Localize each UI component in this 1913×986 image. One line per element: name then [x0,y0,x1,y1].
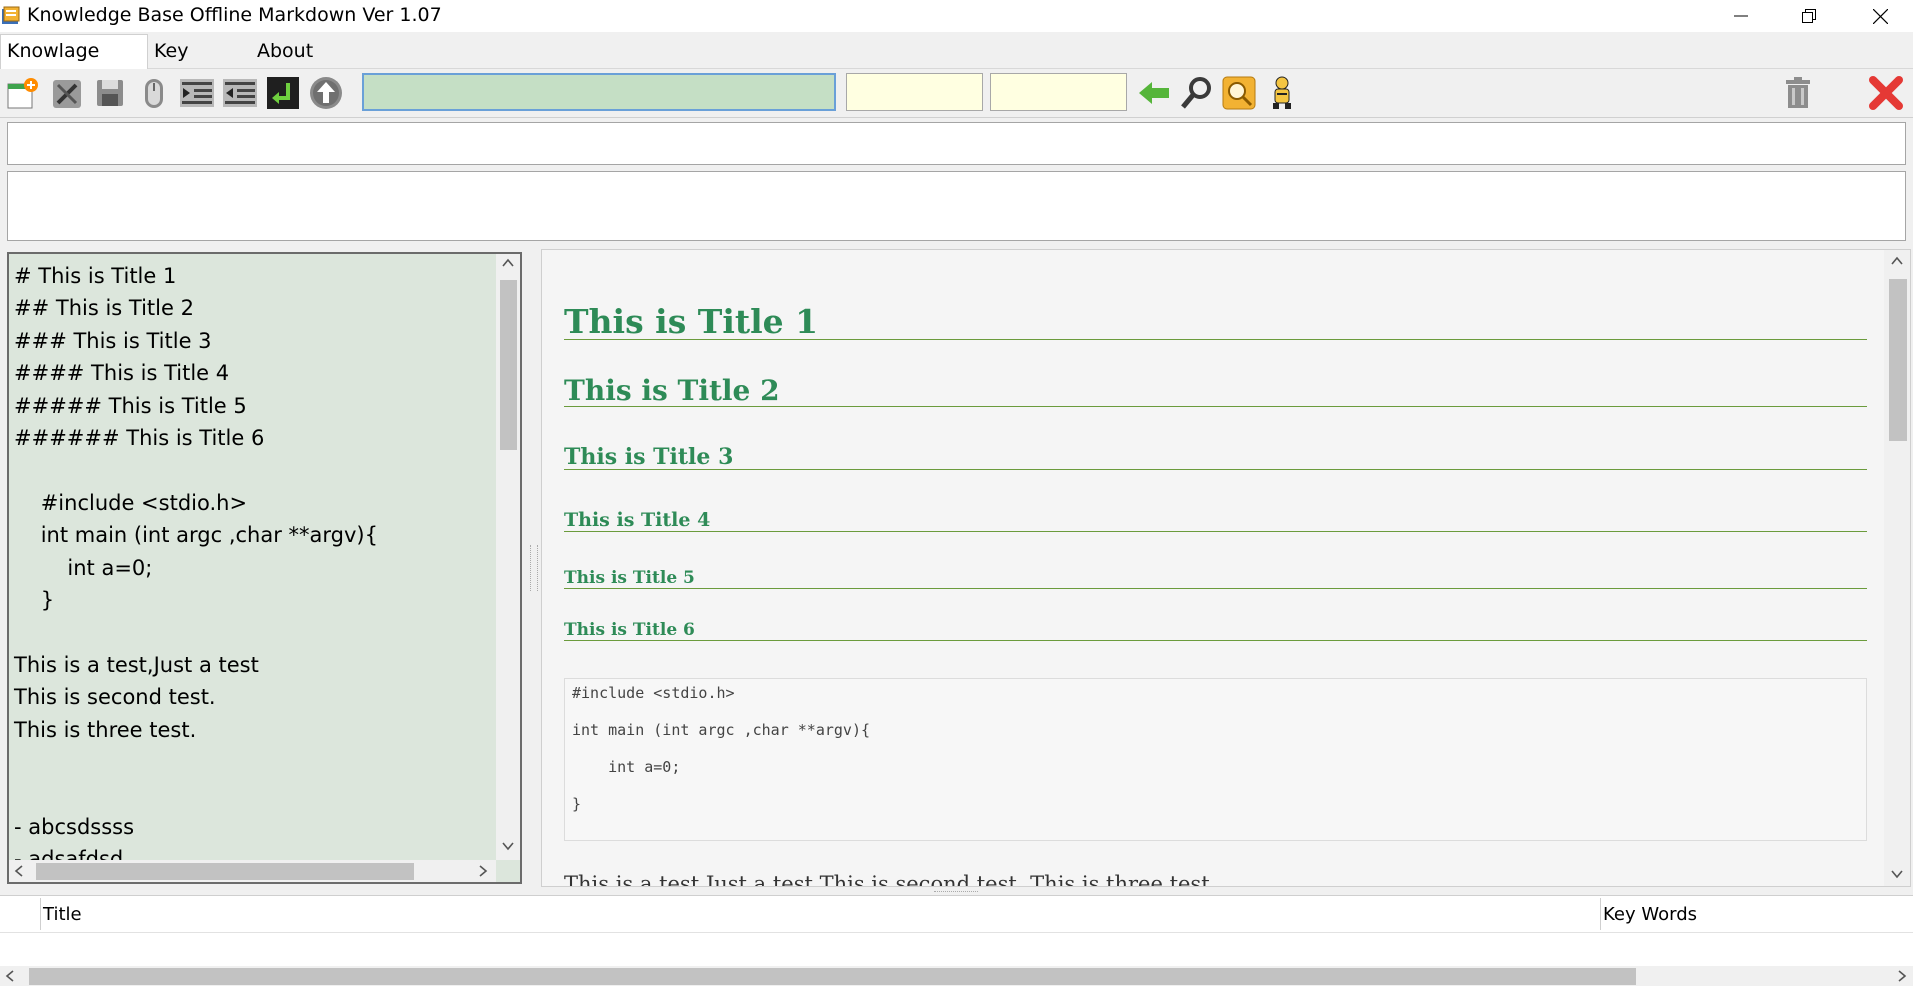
upload-icon [310,77,342,109]
preview-vscroll-thumb[interactable] [1889,279,1907,441]
vertical-splitter[interactable] [530,545,538,591]
code-line: #include <stdio.h> [572,684,735,702]
code-line: int a=0; [572,758,681,776]
list-hscroll-thumb[interactable] [29,968,1636,985]
title-field[interactable] [7,122,1906,165]
filter-input-1[interactable] [846,73,983,111]
preview-heading-1: This is Title 1 [564,305,1867,340]
exit-button[interactable] [1866,73,1906,113]
back-arrow-icon [1139,82,1169,104]
preview-paragraph: This is a test,Just a test This is secon… [564,872,1217,887]
filter-input-2[interactable] [990,73,1127,111]
window-title: Knowledge Base Offline Markdown Ver 1.07 [27,4,442,26]
preview-heading-6: This is Title 6 [564,622,1867,641]
column-key-words[interactable]: Key Words [1603,904,1697,925]
preview-heading-4: This is Title 4 [564,511,1867,532]
editor-text[interactable]: # This is Title 1 ## This is Title 2 ###… [9,254,520,876]
editor-hscroll-thumb[interactable] [36,863,414,880]
outdent-icon [223,79,257,107]
tab-about[interactable]: About [251,37,317,68]
scroll-right-icon[interactable] [476,864,490,881]
editor-horizontal-scrollbar[interactable] [9,860,496,882]
mouse-icon [145,79,163,108]
keywords-field[interactable] [7,171,1906,241]
preview-heading-3: This is Title 3 [564,446,1867,470]
upload-button[interactable] [306,73,346,113]
editor-vertical-scrollbar[interactable] [496,254,520,860]
minimize-button[interactable] [1713,0,1769,32]
scroll-down-icon[interactable] [501,839,515,856]
delete-button[interactable] [1778,73,1818,113]
title-bar: Knowledge Base Offline Markdown Ver 1.07 [0,0,1913,32]
restore-button[interactable] [1781,0,1837,32]
save-icon [97,80,123,106]
scroll-up-icon[interactable] [501,256,515,273]
return-icon [267,77,299,109]
column-title[interactable]: Title [43,904,82,925]
scroll-down-icon[interactable] [1890,867,1904,884]
save-button[interactable] [90,73,130,113]
search-button[interactable] [1177,73,1217,113]
code-line: } [572,795,582,813]
tools-icon [53,80,81,108]
close-icon [1872,8,1888,24]
return-button[interactable] [263,73,303,113]
toolbar [0,69,1913,118]
tab-key-words[interactable]: Key words [148,37,248,91]
close-icon [1869,76,1903,110]
search-input[interactable] [362,73,836,111]
person-icon [1273,76,1291,109]
notes-list: Title Key Words [0,895,1913,986]
new-note-button[interactable] [2,73,42,113]
outdent-button[interactable] [220,73,260,113]
close-window-button[interactable] [1852,0,1908,32]
back-button[interactable] [1134,73,1174,113]
find-icon [1222,76,1256,110]
list-header: Title Key Words [0,896,1913,933]
preview-vertical-scrollbar[interactable] [1884,250,1910,886]
preview-heading-2: This is Title 2 [564,377,1867,407]
preview-code-block: #include <stdio.h> int main (int argc ,c… [564,678,1867,841]
markdown-preview: This is Title 1 This is Title 2 This is … [541,249,1911,887]
scroll-up-icon[interactable] [1890,254,1904,271]
person-button[interactable] [1262,73,1302,113]
find-button[interactable] [1219,73,1259,113]
scroll-right-icon[interactable] [1895,969,1909,986]
trash-icon [1786,77,1810,108]
scroll-left-icon[interactable] [12,864,26,881]
new-note-icon [7,78,38,109]
search-icon [1181,77,1211,109]
tab-bar: Knowlage base Key words About [0,34,1913,95]
list-horizontal-scrollbar[interactable] [0,966,1913,986]
markdown-editor[interactable]: # This is Title 1 ## This is Title 2 ###… [7,252,522,884]
column-separator [40,898,41,930]
code-line: int main (int argc ,char **argv){ [572,721,871,739]
editor-vscroll-thumb[interactable] [500,280,517,450]
restore-icon [1802,9,1816,23]
indent-button[interactable] [177,73,217,113]
tab-knowlage-base[interactable]: Knowlage base [0,34,148,95]
tools-button[interactable] [47,73,87,113]
minimize-icon [1734,15,1748,17]
mouse-button[interactable] [134,73,174,113]
scroll-left-icon[interactable] [3,969,17,986]
indent-icon [180,79,214,107]
column-separator [1600,898,1601,930]
preview-heading-5: This is Title 5 [564,570,1867,589]
app-icon [0,5,22,27]
